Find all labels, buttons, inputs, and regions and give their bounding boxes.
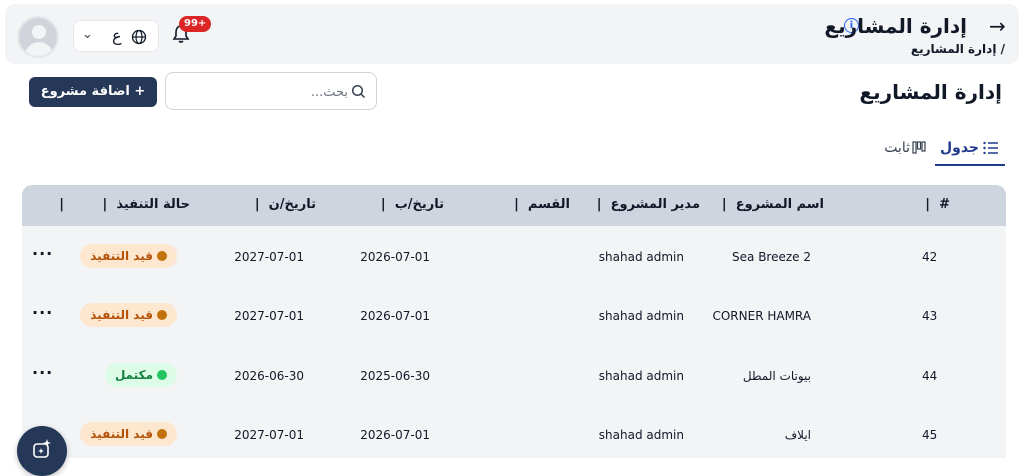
row-menu-button[interactable]: ···	[32, 303, 53, 322]
projects-table: # | اسم المشروع | مدير المشروع | القسم |…	[22, 185, 1006, 458]
chevron-down-icon: ⌄	[82, 27, 93, 42]
top-header: ⌄ ع 99+ i إدارة المشاريع → / إدارة المشا…	[5, 4, 1019, 64]
cell-start: 2025-06-30	[360, 369, 430, 383]
avatar-torso	[25, 42, 53, 56]
col-id[interactable]: # |	[925, 197, 950, 212]
cell-id: 44	[922, 369, 938, 383]
columns-icon	[912, 141, 926, 154]
user-avatar[interactable]	[17, 16, 59, 58]
notification-badge: 99+	[179, 16, 212, 32]
language-code: ع	[112, 26, 122, 45]
search-icon	[351, 84, 366, 99]
avatar-head	[32, 25, 46, 39]
status-badge: قيد التنفيذ	[80, 422, 177, 446]
cell-manager: shahad admin	[598, 309, 684, 323]
tab-table-label: جدول	[939, 140, 979, 156]
page-title: إدارة المشاريع	[824, 14, 967, 38]
ai-assistant-button[interactable]	[17, 426, 67, 476]
cell-start: 2026-07-01	[360, 309, 430, 323]
status-dot	[157, 310, 167, 320]
cell-id: 42	[922, 250, 938, 264]
cell-start: 2026-07-01	[360, 428, 430, 442]
globe-icon	[131, 29, 147, 45]
col-manager[interactable]: مدير المشروع |	[597, 197, 700, 212]
col-status[interactable]: حالة التنفيذ |	[103, 197, 190, 212]
tab-fixed[interactable]: ثابت	[880, 138, 930, 164]
status-badge: مكتمل	[104, 363, 177, 387]
status-badge: قيد التنفيذ	[80, 244, 177, 268]
status-dot	[157, 251, 167, 261]
list-icon	[983, 141, 998, 155]
arrow-right-icon[interactable]: →	[989, 14, 1006, 38]
status-dot	[157, 370, 167, 380]
language-select[interactable]: ⌄ ع	[73, 20, 159, 52]
col-actions: |	[59, 197, 64, 212]
table-row[interactable]: 44 بيوتات المطل shahad admin 2025-06-30 …	[22, 347, 1006, 405]
cell-start: 2026-07-01	[360, 250, 430, 264]
cell-name[interactable]: Sea Breeze 2	[732, 250, 811, 264]
cell-name[interactable]: CORNER HAMRA	[712, 309, 811, 323]
search-input[interactable]	[176, 81, 350, 103]
row-menu-button[interactable]: ···	[32, 244, 53, 263]
status-dot	[157, 429, 167, 439]
table-row[interactable]: 42 Sea Breeze 2 shahad admin 2026-07-01 …	[22, 228, 1006, 286]
status-badge: قيد التنفيذ	[80, 303, 177, 327]
add-project-button[interactable]: اضافة مشروع +	[29, 77, 157, 107]
col-name[interactable]: اسم المشروع |	[722, 197, 824, 212]
cell-id: 43	[922, 309, 938, 323]
cell-name[interactable]: بيوتات المطل	[743, 369, 811, 383]
tab-table[interactable]: جدول	[935, 138, 1005, 166]
cell-end: 2026-06-30	[234, 369, 304, 383]
breadcrumb[interactable]: / إدارة المشاريع	[911, 42, 1005, 56]
col-department[interactable]: القسم |	[514, 197, 570, 212]
search-box	[165, 72, 377, 110]
cell-end: 2027-07-01	[234, 250, 304, 264]
table-row[interactable]: 45 ايلاف shahad admin 2026-07-01 2027-07…	[22, 406, 1006, 458]
col-end-date[interactable]: تاريخ/ن |	[255, 197, 316, 212]
tab-fixed-label: ثابت	[884, 140, 910, 156]
cell-name[interactable]: ايلاف	[785, 428, 811, 442]
table-header: # | اسم المشروع | مدير المشروع | القسم |…	[22, 185, 1006, 226]
cell-id: 45	[922, 428, 938, 442]
cell-manager: shahad admin	[598, 369, 684, 383]
col-start-date[interactable]: تاريخ/ب |	[381, 197, 444, 212]
cell-end: 2027-07-01	[234, 309, 304, 323]
table-row[interactable]: 43 CORNER HAMRA shahad admin 2026-07-01 …	[22, 287, 1006, 345]
row-menu-button[interactable]: ···	[32, 363, 53, 382]
cell-manager: shahad admin	[598, 250, 684, 264]
cell-manager: shahad admin	[598, 428, 684, 442]
section-title: إدارة المشاريع	[859, 80, 1002, 104]
ai-sparkle-icon	[33, 439, 51, 458]
cell-end: 2027-07-01	[234, 428, 304, 442]
